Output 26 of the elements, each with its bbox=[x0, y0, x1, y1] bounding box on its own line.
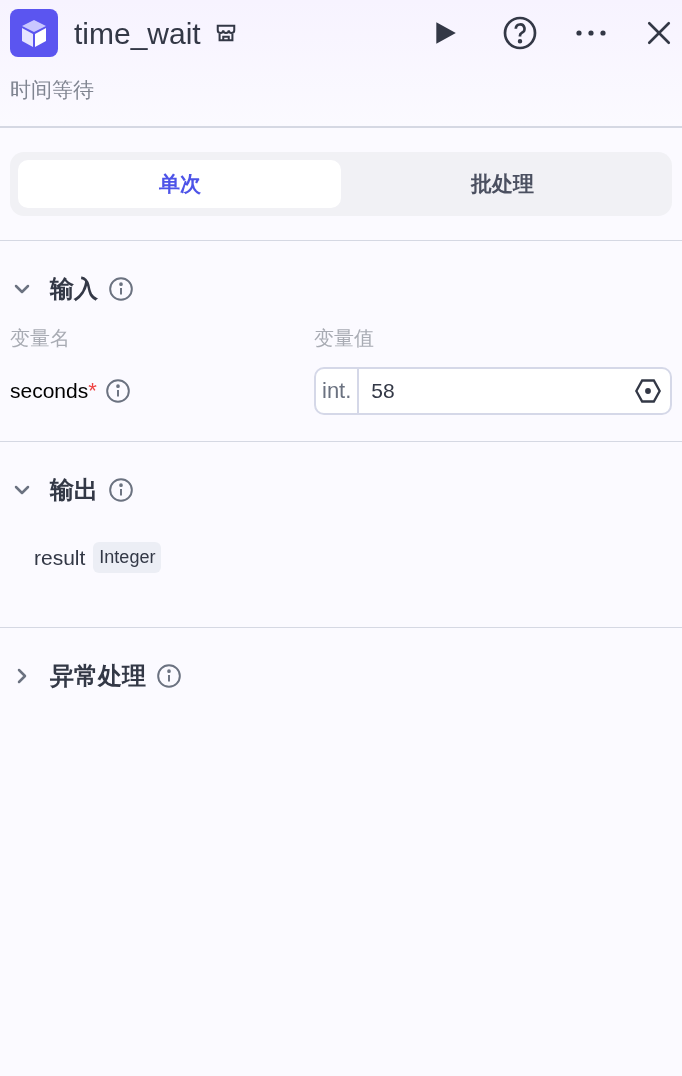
column-header: 变量名 bbox=[10, 325, 71, 351]
info-icon bbox=[156, 663, 182, 689]
info-icon bbox=[104, 377, 131, 404]
variable-icon[interactable] bbox=[634, 376, 662, 405]
value-field[interactable]: int. 58 bbox=[314, 366, 672, 415]
column-header: 变量值 bbox=[314, 325, 374, 351]
required-mark: * bbox=[88, 377, 97, 405]
help-icon[interactable] bbox=[502, 15, 538, 51]
output-name: result bbox=[34, 544, 86, 571]
more-icon[interactable] bbox=[574, 28, 608, 38]
section-title: 异常处理 bbox=[50, 661, 146, 691]
node-title: time_wait bbox=[74, 15, 201, 52]
type-tag: Integer bbox=[93, 541, 162, 573]
variable-name: seconds bbox=[10, 377, 89, 404]
value-text: 58 bbox=[370, 377, 396, 404]
section-title: 输出 bbox=[50, 474, 98, 505]
info-icon bbox=[108, 275, 134, 302]
store-icon[interactable] bbox=[214, 22, 237, 44]
tab[interactable]: 批处理 bbox=[341, 159, 664, 208]
type-label: int. bbox=[316, 368, 360, 413]
section-title: 输入 bbox=[50, 273, 98, 304]
tab[interactable]: 单次 bbox=[18, 159, 341, 208]
close-icon[interactable] bbox=[646, 20, 672, 46]
node-description: 时间等待 bbox=[10, 77, 95, 103]
info-icon bbox=[108, 476, 134, 503]
cube-logo-icon bbox=[10, 9, 58, 57]
